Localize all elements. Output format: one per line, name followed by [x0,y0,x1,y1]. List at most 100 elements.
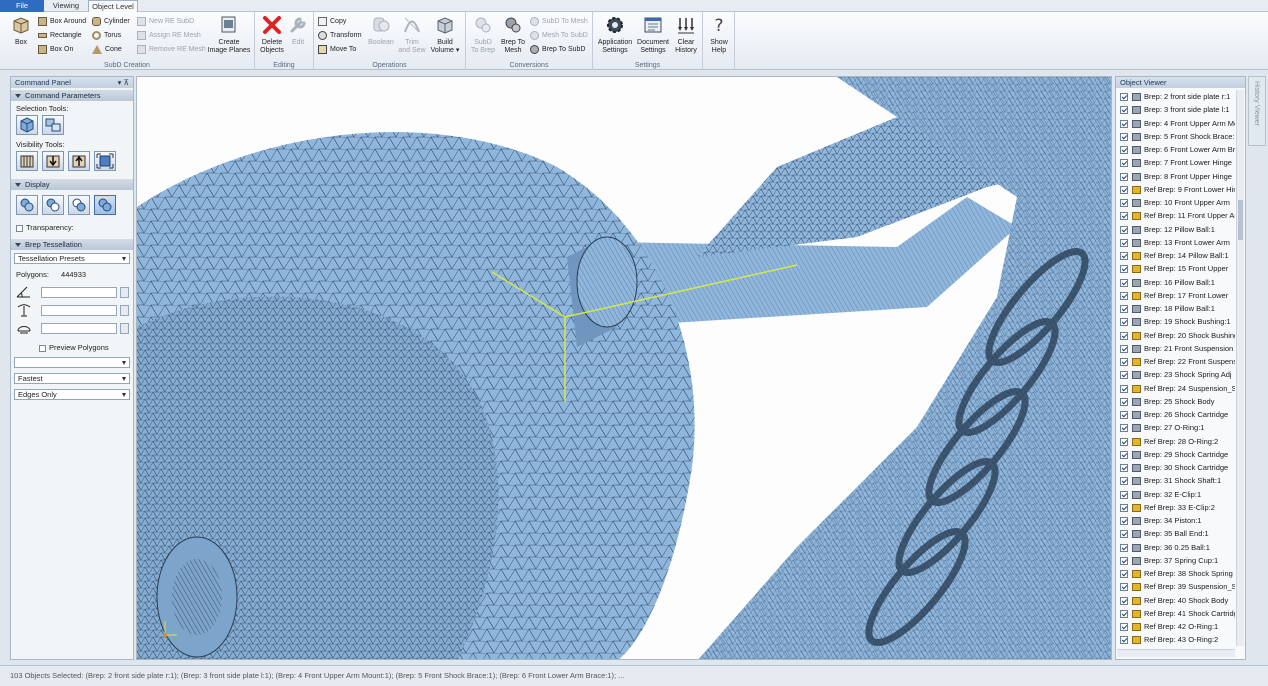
assign-re-mesh-button[interactable]: Assign RE Mesh [137,29,201,42]
list-item[interactable]: Brep: 4 Front Upper Arm Mount:1 [1117,117,1235,130]
list-item[interactable]: Brep: 30 Shock Cartridge [1117,461,1235,474]
tessellation-presets-select[interactable]: Tessellation Presets [14,253,130,264]
list-item[interactable]: Brep: 7 Front Lower Hinge [1117,156,1235,169]
visibility-checkbox[interactable] [1120,106,1128,115]
visibility-checkbox[interactable] [1120,212,1128,221]
list-item[interactable]: Brep: 37 Spring Cup:1 [1117,554,1235,567]
list-item[interactable]: Brep: 35 Ball End:1 [1117,527,1235,540]
cylinder-button[interactable]: Cylinder [92,15,130,28]
list-item[interactable]: Brep: 10 Front Upper Arm [1117,196,1235,209]
list-item[interactable]: Brep: 12 Pillow Ball:1 [1117,223,1235,236]
list-item[interactable]: Ref Brep: 24 Suspension_Spring [1117,382,1235,395]
delete-objects-button[interactable]: Delete Objects [258,15,286,55]
list-item[interactable]: Ref Brep: 22 Front Suspension [1117,355,1235,368]
visibility-checkbox[interactable] [1120,623,1128,631]
hide-selected-button[interactable] [42,151,64,171]
visibility-checkbox[interactable] [1120,596,1128,605]
new-re-subd-button[interactable]: New RE SubD [137,15,194,28]
deviation-input[interactable] [41,304,117,316]
list-item[interactable]: Ref Brep: 11 Front Upper Arm [1117,209,1235,222]
list-item[interactable]: Brep: 23 Shock Spring Adj [1117,368,1235,381]
create-image-planes-button[interactable]: Create Image Planes [206,15,252,55]
list-item[interactable]: Brep: 6 Front Lower Arm Brace:1 [1117,143,1235,156]
list-item[interactable]: Brep: 29 Shock Cartridge [1117,448,1235,461]
list-item[interactable]: Ref Brep: 28 O-Ring:2 [1117,435,1235,448]
select-object-button[interactable] [16,115,38,135]
list-item[interactable]: Ref Brep: 20 Shock Bushing [1117,329,1235,342]
display-mode-3-button[interactable] [68,195,90,215]
object-list[interactable]: Brep: 2 front side plate r:1 Brep: 3 fron… [1117,90,1235,646]
preview-polygons-checkbox[interactable] [39,344,46,352]
list-item[interactable]: Ref Brep: 33 E-Clip:2 [1117,501,1235,514]
visibility-checkbox[interactable] [1120,225,1128,234]
box-on-button[interactable]: Box On [38,43,73,56]
visibility-checkbox[interactable] [1120,265,1128,274]
display-mode-2-button[interactable] [42,195,64,215]
visibility-checkbox[interactable] [1120,437,1128,446]
edit-button[interactable]: Edit [285,15,311,47]
transparency-row[interactable]: Transparency: [11,223,133,232]
visibility-checkbox[interactable] [1120,371,1128,380]
document-settings-button[interactable]: Document Settings [635,15,671,55]
list-item[interactable]: Ref Brep: 14 Pillow Ball:1 [1117,249,1235,262]
visibility-checkbox[interactable] [1120,93,1128,101]
visibility-checkbox[interactable] [1120,384,1128,393]
history-viewer-tab[interactable]: History Viewer [1248,76,1266,146]
mesh-to-subd-button[interactable]: Mesh To SubD [530,29,588,42]
list-item[interactable]: Brep: 13 Front Lower Arm [1117,236,1235,249]
visibility-checkbox[interactable] [1120,490,1128,499]
tab-file[interactable]: File [0,0,44,12]
visibility-checkbox[interactable] [1120,172,1128,181]
edges-select[interactable]: Edges Only [14,389,130,400]
list-item[interactable]: Brep: 31 Shock Shaft:1 [1117,474,1235,487]
list-item[interactable]: Brep: 8 Front Upper Hinge [1117,170,1235,183]
select-tools-button[interactable] [42,115,64,135]
visibility-checkbox[interactable] [1120,278,1128,287]
visibility-checkbox[interactable] [1120,159,1128,168]
list-item[interactable]: Ref Brep: 15 Front Upper [1117,262,1235,275]
list-item[interactable]: Brep: 18 Pillow Ball:1 [1117,302,1235,315]
list-item[interactable]: Brep: 19 Shock Bushing:1 [1117,315,1235,328]
brep-to-mesh-button[interactable]: Brep To Mesh [498,15,528,55]
subd-to-brep-button[interactable]: SubD To Brep [468,15,498,55]
edge-length-input[interactable] [41,322,117,334]
blank-select[interactable] [14,357,130,368]
zoom-extents-button[interactable] [94,151,116,171]
transparency-checkbox[interactable] [16,224,23,232]
horizontal-scrollbar[interactable] [1117,649,1235,657]
list-item[interactable]: Brep: 36 0.25 Ball:1 [1117,541,1235,554]
visibility-checkbox[interactable] [1120,464,1128,472]
visibility-checkbox[interactable] [1120,636,1128,645]
visibility-checkbox[interactable] [1120,238,1128,247]
list-item[interactable]: Ref Brep: 9 Front Lower Hinge [1117,183,1235,196]
display-mode-1-button[interactable] [16,195,38,215]
subd-to-mesh-button[interactable]: SubD To Mesh [530,15,588,28]
copy-button[interactable]: Copy [318,15,346,28]
move-to-button[interactable]: Move To [318,43,356,56]
visibility-checkbox[interactable] [1120,318,1128,327]
list-item[interactable]: Brep: 34 Piston:1 [1117,514,1235,527]
visibility-checkbox[interactable] [1120,119,1128,128]
deviation-stepper[interactable] [120,304,129,316]
build-volume-button[interactable]: Build Volume ▾ [428,15,462,55]
visibility-checkbox[interactable] [1120,450,1128,459]
remove-re-mesh-button[interactable]: Remove RE Mesh [137,43,206,56]
box-around-button[interactable]: Box Around [38,15,86,28]
visibility-checkbox[interactable] [1120,530,1128,539]
display-section[interactable]: Display [11,179,133,190]
3d-viewport[interactable] [136,76,1112,660]
trim-and-sew-button[interactable]: Trim and Sew [397,15,427,55]
list-item[interactable]: Ref Brep: 43 O-Ring:2 [1117,633,1235,646]
show-help-button[interactable]: ? Show Help [705,15,733,55]
visibility-checkbox[interactable] [1120,199,1128,207]
list-item[interactable]: Brep: 3 front side plate l:1 [1117,103,1235,116]
visibility-checkbox[interactable] [1120,397,1128,406]
list-item[interactable]: Ref Brep: 41 Shock Cartridge [1117,607,1235,620]
transform-button[interactable]: Transform [318,29,362,42]
panel-pin-icon[interactable]: ▾ ⊼ [118,77,129,88]
brep-tessellation-section[interactable]: Brep Tessellation [11,239,133,250]
list-item[interactable]: Ref Brep: 17 Front Lower [1117,289,1235,302]
visibility-checkbox[interactable] [1120,358,1128,366]
angle-stepper[interactable] [120,286,129,298]
visibility-checkbox[interactable] [1120,517,1128,525]
